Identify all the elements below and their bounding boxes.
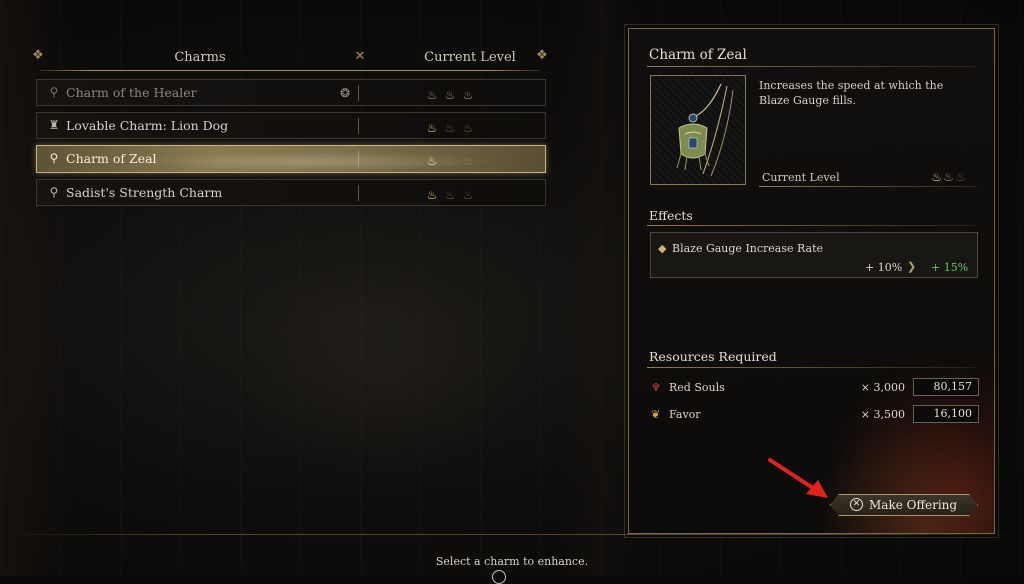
column-divider [358, 151, 359, 167]
resource-cost: × 3,500 [860, 408, 905, 421]
cross-button-icon: ✕ [850, 498, 863, 511]
diamond-icon: ◆ [658, 242, 667, 255]
lion-dog-icon: ♜ [48, 118, 60, 132]
level-pip-icon: ♨ [426, 88, 438, 102]
column-divider [358, 118, 359, 134]
charm-row-lion-dog[interactable]: ♜ Lovable Charm: Lion Dog ♨ ♨ ♨ [36, 112, 546, 139]
make-offering-button[interactable]: ✕ Make Offering [830, 494, 978, 516]
resource-name: Favor [669, 408, 701, 421]
make-offering-label: Make Offering [869, 498, 958, 512]
charm-level-pips: ♨ ♨ ♨ [425, 184, 485, 202]
charm-level-pips: ♨ ♨ ♨ [425, 117, 485, 135]
level-pip-icon: ♨ [426, 188, 438, 202]
charm-name: Charm of the Healer [66, 85, 197, 100]
charm-row-zeal[interactable]: ⚲ Charm of Zeal ♨ ♨ ♨ [36, 145, 546, 173]
resource-owned: 16,100 [913, 405, 979, 423]
charm-description: Increases the speed at which the Blaze G… [759, 79, 944, 107]
charm-list-header: ❖ Charms ✕ Current Level ❖ [30, 45, 550, 71]
charm-name: Lovable Charm: Lion Dog [66, 118, 229, 133]
footer-hint: Select a charm to enhance. [435, 555, 589, 568]
level-pip-icon: ♨ [444, 188, 456, 202]
charm-icon: ⚲ [49, 151, 59, 165]
resource-owned: 80,157 [913, 378, 979, 396]
charm-level-pips: ♨ ♨ ♨ [425, 150, 485, 168]
red-soul-icon: ♆ [651, 381, 661, 394]
ornament-right-icon: ❖ [536, 48, 548, 63]
background-figure [230, 260, 530, 480]
level-pip-icon: ♨ [462, 154, 474, 168]
ornament-divider-icon: ✕ [354, 49, 366, 64]
level-pip-icon: ♨ [426, 121, 438, 135]
charm-row-sadist[interactable]: ⚲ Sadist's Strength Charm ♨ ♨ ♨ [36, 179, 546, 206]
column-header-current-level: Current Level [424, 50, 516, 65]
resource-row-favor: ❦ Favor × 3,500 16,100 [651, 405, 981, 425]
chevron-right-icon: ❯ [907, 260, 917, 273]
level-pip-icon: ♨ [462, 121, 474, 135]
column-header-charms: Charms [174, 50, 226, 65]
resource-cost: × 3,000 [860, 381, 905, 394]
charm-amulet-icon [676, 83, 734, 177]
ornament-left-icon: ❖ [32, 48, 44, 63]
current-level-pips: ♨♨♨ [931, 166, 967, 186]
effect-current-value: + 10% [865, 261, 903, 274]
effect-name: Blaze Gauge Increase Rate [672, 242, 824, 255]
charm-icon: ⚲ [49, 185, 59, 199]
level-pip-icon: ♨ [444, 88, 456, 102]
charm-name: Sadist's Strength Charm [66, 185, 223, 200]
charm-level-pips: ♨ ♨ ♨ [425, 84, 485, 102]
level-pip-icon: ♨ [426, 154, 438, 168]
column-divider [358, 185, 359, 201]
charm-row-healer[interactable]: ⚲ Charm of the Healer ❂ ♨ ♨ ♨ [36, 79, 546, 106]
current-level-rule [759, 186, 977, 187]
favor-icon: ❦ [651, 408, 661, 421]
level-pip-icon: ♨ [444, 154, 456, 168]
level-pip-icon: ♨ [444, 121, 456, 135]
charm-icon: ⚲ [49, 85, 59, 99]
detail-title: Charm of Zeal [649, 47, 747, 63]
level-pip-icon: ♨ [955, 170, 966, 184]
effects-rule [647, 225, 976, 226]
level-pip-icon: ♨ [462, 188, 474, 202]
equipped-icon: ❂ [340, 86, 351, 100]
header-rule [40, 70, 540, 71]
level-pip-icon: ♨ [943, 170, 954, 184]
title-rule [647, 66, 976, 67]
effects-title: Effects [649, 208, 693, 223]
effect-row: ◆ Blaze Gauge Increase Rate + 10% ❯ + 15… [650, 232, 978, 278]
resource-name: Red Souls [669, 381, 725, 394]
resources-title: Resources Required [649, 349, 777, 364]
red-arrow-icon [768, 458, 828, 498]
footer-rule [0, 534, 1024, 535]
level-pip-icon: ♨ [931, 170, 942, 184]
effect-next-value: + 15% [931, 261, 969, 274]
current-level-label: Current Level [762, 171, 840, 184]
column-divider [358, 85, 359, 101]
resource-row-red-souls: ♆ Red Souls × 3,000 80,157 [651, 378, 981, 398]
circle-button-icon [492, 570, 506, 584]
level-pip-icon: ♨ [462, 88, 474, 102]
charm-name: Charm of Zeal [66, 151, 157, 166]
charm-image-frame [650, 75, 746, 185]
resources-rule [647, 367, 976, 368]
